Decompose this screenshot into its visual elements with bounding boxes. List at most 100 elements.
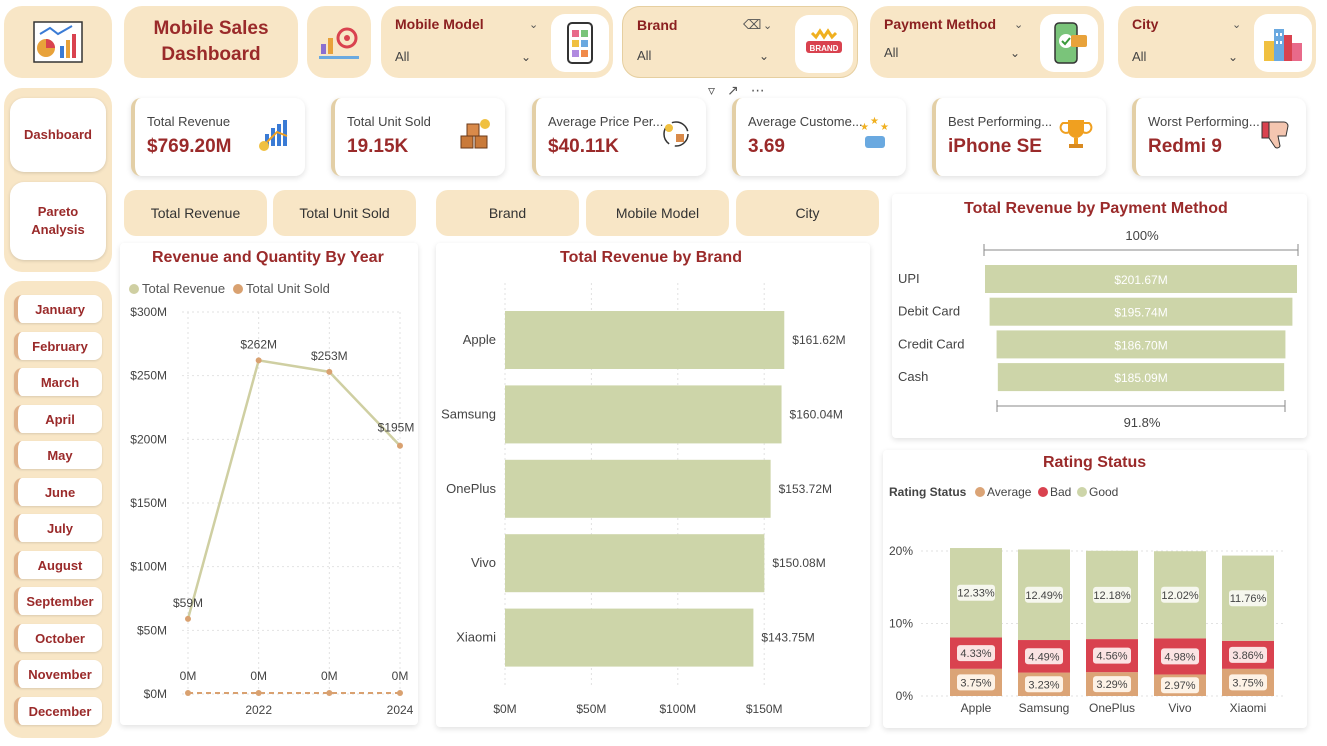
category-label: Xiaomi xyxy=(1230,701,1267,715)
month-button-february[interactable]: February xyxy=(14,332,102,360)
month-button-may[interactable]: May xyxy=(14,441,102,469)
kpi-value: 19.15K xyxy=(347,136,409,157)
page-title: Mobile Sales Dashboard xyxy=(124,6,298,78)
payment-method-slicer[interactable]: Payment Method ⌄ All ⌄ xyxy=(870,6,1104,78)
kpi-label: Total Unit Sold xyxy=(347,114,431,129)
city-slicer[interactable]: City ⌄ All ⌄ xyxy=(1118,6,1316,78)
month-button-june[interactable]: June xyxy=(14,478,102,506)
bar-value-label: $185.09M xyxy=(1114,371,1167,385)
month-button-march[interactable]: March xyxy=(14,368,102,396)
revenue-by-brand-chart: Total Revenue by Brand Apple $161.62M Sams… xyxy=(436,243,870,727)
more-options-icon[interactable]: ⋯ xyxy=(751,82,777,98)
chevron-down-icon[interactable]: ⌄ xyxy=(529,18,538,31)
toggle-mobile-model[interactable]: Mobile Model xyxy=(586,190,729,236)
chevron-down-icon[interactable]: ⌄ xyxy=(1014,18,1023,31)
month-button-december[interactable]: December xyxy=(14,697,102,725)
toggle-total-unit-sold[interactable]: Total Unit Sold xyxy=(273,190,416,236)
brand-badge-icon: BRAND xyxy=(795,15,853,73)
dashboard-nav-button[interactable]: Dashboard xyxy=(10,98,106,172)
dropdown-chevron-icon[interactable]: ⌄ xyxy=(1228,50,1238,64)
kpi-worst-performing: Worst Performing... Redmi 9 xyxy=(1132,98,1306,176)
x-tick-label: $150M xyxy=(746,702,783,716)
chevron-down-icon[interactable]: ⌄ xyxy=(763,19,772,32)
month-button-august[interactable]: August xyxy=(14,551,102,579)
month-button-july[interactable]: July xyxy=(14,514,102,542)
month-button-september[interactable]: September xyxy=(14,587,102,615)
brand-slicer[interactable]: Brand ⌫ ⌄ All ⌄ BRAND xyxy=(622,6,858,78)
trophy-icon xyxy=(1056,114,1096,154)
brand-bar[interactable] xyxy=(505,385,782,444)
category-label: Credit Card xyxy=(898,336,964,351)
series-line-revenue xyxy=(186,358,401,620)
rating-status-chart: Rating Status Rating Status Average Bad … xyxy=(883,450,1307,728)
nav-label: Dashboard xyxy=(24,127,92,142)
segment-value-label: 12.33% xyxy=(957,588,995,600)
title-line-1: Mobile Sales xyxy=(153,18,269,39)
segment-value-label: 4.49% xyxy=(1028,651,1059,663)
bar-value-label: $161.62M xyxy=(792,333,845,347)
kpi-best-performing: Best Performing... iPhone SE xyxy=(932,98,1106,176)
legend-label-good: Good xyxy=(1089,485,1118,499)
revenue-data-label: $253M xyxy=(311,349,348,363)
y-tick-label: 20% xyxy=(889,544,913,558)
units-point[interactable] xyxy=(397,690,403,696)
eraser-icon[interactable]: ⌫ xyxy=(743,17,761,33)
bar-value-label: $186.70M xyxy=(1114,338,1167,352)
kpi-label: Average Price Per... xyxy=(548,114,664,129)
revenue-point[interactable] xyxy=(255,357,262,364)
category-label: Apple xyxy=(463,332,496,347)
month-button-november[interactable]: November xyxy=(14,660,102,688)
revenue-point[interactable] xyxy=(397,442,403,449)
category-label: Vivo xyxy=(1168,701,1191,715)
legend-label-average: Average xyxy=(987,485,1032,499)
month-button-april[interactable]: April xyxy=(14,405,102,433)
brand-bar[interactable] xyxy=(505,608,754,667)
dropdown-chevron-icon[interactable]: ⌄ xyxy=(521,50,531,64)
pareto-analysis-nav-button[interactable]: Pareto Analysis xyxy=(10,182,106,260)
visual-header-icons: ▿↗⋯ xyxy=(708,82,777,99)
category-label: Xiaomi xyxy=(456,630,496,645)
svg-text:★: ★ xyxy=(880,122,889,133)
kpi-value: Redmi 9 xyxy=(1148,136,1222,157)
slicer-value[interactable]: All xyxy=(395,49,409,64)
units-point[interactable] xyxy=(326,690,333,696)
category-label: Samsung xyxy=(1019,701,1070,715)
segment-value-label: 12.18% xyxy=(1093,590,1131,602)
toggle-total-revenue[interactable]: Total Revenue xyxy=(124,190,267,236)
units-point[interactable] xyxy=(185,690,191,696)
x-tick-label: $50M xyxy=(576,702,606,716)
toggle-brand[interactable]: Brand xyxy=(436,190,579,236)
category-label: OnePlus xyxy=(446,481,496,496)
slicer-value[interactable]: All xyxy=(884,45,898,60)
brand-bar[interactable] xyxy=(505,311,785,369)
toggle-city[interactable]: City xyxy=(736,190,879,236)
month-slicer: January February March April May June Ju… xyxy=(4,281,112,738)
units-point[interactable] xyxy=(255,690,262,696)
revenue-point[interactable] xyxy=(185,615,191,622)
y-tick-label: 0% xyxy=(896,689,914,703)
y-tick-label: $200M xyxy=(130,432,167,446)
brand-bar[interactable] xyxy=(505,459,771,518)
dropdown-chevron-icon[interactable]: ⌄ xyxy=(1010,46,1020,60)
legend-title: Rating Status xyxy=(889,485,967,499)
kpi-label: Worst Performing... xyxy=(1148,114,1260,129)
revenue-data-label: $59M xyxy=(173,596,203,610)
price-cycle-icon xyxy=(656,114,696,154)
slicer-value[interactable]: All xyxy=(1132,49,1146,64)
chevron-down-icon[interactable]: ⌄ xyxy=(1232,18,1241,31)
revenue-point[interactable] xyxy=(326,368,333,375)
revenue-data-label: $195M xyxy=(378,421,415,435)
slicer-value[interactable]: All xyxy=(637,48,651,63)
filter-icon[interactable]: ▿ xyxy=(708,82,727,98)
segment-value-label: 12.02% xyxy=(1161,590,1199,602)
category-label: Cash xyxy=(898,369,928,384)
y-tick-label: $300M xyxy=(130,305,167,319)
brand-bar[interactable] xyxy=(505,534,765,593)
month-button-january[interactable]: January xyxy=(14,295,102,323)
dropdown-chevron-icon[interactable]: ⌄ xyxy=(759,49,769,63)
segment-value-label: 11.76% xyxy=(1230,593,1267,605)
mobile-model-slicer[interactable]: Mobile Model ⌄ All ⌄ xyxy=(381,6,613,78)
revenue-quantity-by-year-chart: Revenue and Quantity By Year Total Reven… xyxy=(120,243,418,725)
month-button-october[interactable]: October xyxy=(14,624,102,652)
focus-mode-icon[interactable]: ↗ xyxy=(727,82,751,98)
